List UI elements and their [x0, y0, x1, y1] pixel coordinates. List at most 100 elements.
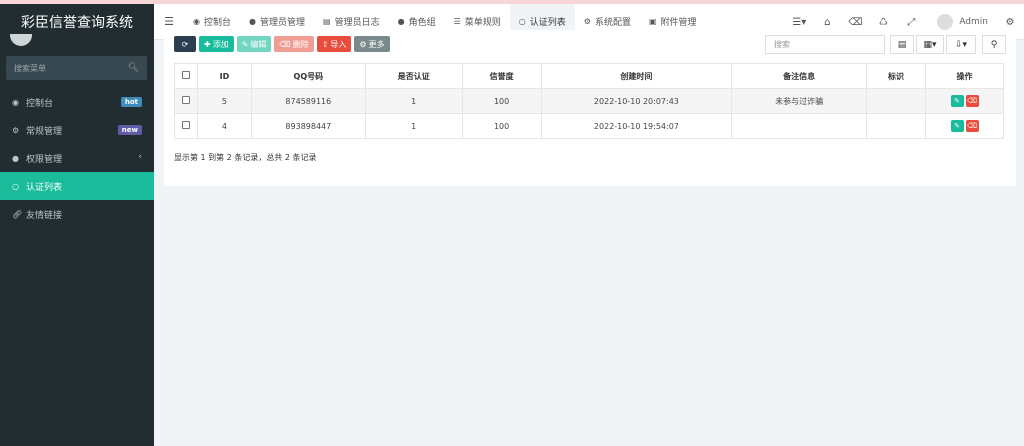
delete-button[interactable]: ⌫ 删除 [274, 36, 314, 52]
row-select-cell [174, 88, 198, 114]
user-icon: ● [249, 17, 256, 26]
cell-id: 5 [196, 88, 252, 114]
column-header[interactable]: 是否认证 [364, 63, 463, 89]
sidebar-item-label: 常规管理 [26, 126, 63, 137]
sidebar-user-text [44, 36, 62, 42]
cell-tag [866, 88, 926, 114]
column-header[interactable]: ID [196, 63, 252, 89]
column-header[interactable]: 备注信息 [731, 63, 868, 89]
cell-credit: 100 [461, 113, 542, 139]
cell-actions: ✎ ⌫ [925, 88, 1004, 114]
table-row[interactable]: 4 893898447 1 100 2022-10-10 19:54:07 ✎ ⌫ [174, 113, 1004, 139]
tab-label: 管理员管理 [259, 18, 305, 28]
import-button[interactable]: ⇧ 导入 [316, 36, 352, 52]
edit-row-button[interactable]: ✎ [950, 95, 964, 107]
column-header[interactable]: 创建时间 [540, 63, 733, 89]
row-checkbox[interactable] [181, 121, 190, 129]
dashboard-icon: ◉ [193, 17, 200, 26]
table-toolbar: ⟳ ✚ 添加 ✎ 编辑 ⌫ 删除 ⇧ 导入 ⚙ 更多 [174, 36, 390, 52]
pagination-info: 显示第 1 到第 2 条记录，总共 2 条记录 [174, 153, 317, 162]
cell-remark [731, 113, 868, 139]
trash-icon[interactable]: ⌫ [841, 17, 869, 28]
avatar [937, 14, 954, 30]
list-alt-icon: ▤ [323, 17, 331, 26]
cogs-icon: ⚙ [12, 125, 20, 135]
table-search-input[interactable] [774, 40, 876, 49]
sidebar-item-general[interactable]: ⚙ 常规管理 new [0, 116, 154, 144]
edit-row-button[interactable]: ✎ [950, 120, 964, 132]
sidebar-item-label: 友情链接 [26, 210, 63, 221]
fullscreen-icon[interactable]: ⤢ [897, 17, 925, 28]
delete-row-button[interactable]: ⌫ [965, 120, 979, 132]
trash-icon: ⌫ [279, 39, 291, 49]
columns-button[interactable]: ▦▾ [916, 35, 944, 54]
sidebar-item-label: 权限管理 [26, 154, 63, 165]
tab-label: 附件管理 [660, 18, 697, 28]
more-button[interactable]: ⚙ 更多 [354, 36, 390, 52]
export-button[interactable]: ⇩▾ [946, 35, 976, 54]
sidebar-avatar [10, 34, 32, 46]
table-header-row: ID QQ号码 是否认证 信誉度 创建时间 备注信息 标识 操作 [174, 63, 1004, 89]
edit-button[interactable]: ✎ 编辑 [236, 36, 272, 52]
select-all-checkbox[interactable] [181, 71, 190, 79]
cell-remark: 未参与过诈骗 [731, 88, 868, 114]
delete-label: 删除 [292, 39, 309, 49]
tab-label: 管理员日志 [334, 18, 380, 28]
cell-verified: 1 [364, 88, 463, 114]
cell-qq: 893898447 [250, 113, 366, 139]
bars-icon: ☰ [453, 17, 461, 26]
tabs-dropdown-icon[interactable]: ☰▾ [785, 17, 813, 28]
sidebar: 彩臣信誉查询系统 🔍︎ ◉ 控制台 hot ⚙ 常规管理 new ● 权限管理 … [0, 4, 154, 446]
user-name: Admin [959, 17, 988, 27]
image-icon: ▣ [648, 17, 657, 26]
home-icon[interactable]: ⌂ [813, 17, 841, 28]
delete-row-button[interactable]: ⌫ [965, 95, 979, 107]
chevron-left-icon: ‹ [138, 152, 142, 162]
group-icon: ● [12, 153, 19, 163]
cell-created: 2022-10-10 20:07:43 [540, 88, 733, 114]
user-menu[interactable]: Admin [937, 14, 988, 30]
settings-icon[interactable]: ⚙ [996, 17, 1024, 28]
tab-label: 认证列表 [529, 18, 566, 28]
circle-icon: ○ [518, 17, 526, 26]
tab-label: 控制台 [203, 18, 231, 28]
sidebar-item-permissions[interactable]: ● 权限管理 ‹ [0, 144, 154, 172]
content-panel: ⟳ ✚添加 ✎编辑 ⌫删除 ⇧导入 ⚙更多 ▤ ▦▾ ⇩▾ ⚲ ID QQ号码 … [164, 30, 1016, 186]
table-row[interactable]: 5 874589116 1 100 2022-10-10 20:07:43 未参… [174, 88, 1004, 114]
columns-icon: ▦▾ [923, 39, 937, 50]
pencil-icon: ✎ [241, 39, 249, 49]
data-table: ID QQ号码 是否认证 信誉度 创建时间 备注信息 标识 操作 5 87458… [174, 63, 1004, 139]
cog-icon: ⚙ [583, 17, 591, 26]
row-checkbox[interactable] [181, 96, 190, 104]
sidebar-item-dashboard[interactable]: ◉ 控制台 hot [0, 88, 154, 116]
column-header[interactable]: QQ号码 [250, 63, 366, 89]
column-header[interactable]: 标识 [866, 63, 926, 89]
sidebar-item-auth-list[interactable]: ○ 认证列表 [0, 172, 154, 200]
add-button[interactable]: ✚ 添加 [199, 36, 234, 52]
sidebar-item-links[interactable]: 🔗︎ 友情链接 [0, 200, 154, 228]
edit-label: 编辑 [250, 39, 267, 49]
more-label: 更多 [368, 39, 385, 49]
column-header[interactable]: 信誉度 [461, 63, 542, 89]
search-icon[interactable]: 🔍︎ [128, 63, 139, 73]
card-view-button[interactable]: ▤ [890, 35, 914, 54]
column-header: 操作 [925, 63, 1004, 89]
row-select-cell [174, 113, 198, 139]
translate-icon[interactable]: ♺ [869, 17, 897, 28]
new-badge: new [117, 125, 142, 135]
cell-tag [866, 113, 926, 139]
advanced-search-button[interactable]: ⚲ [982, 35, 1006, 54]
sidebar-menu: ◉ 控制台 hot ⚙ 常规管理 new ● 权限管理 ‹ ○ 认证列表 🔗︎ … [0, 88, 154, 228]
cell-credit: 100 [461, 88, 542, 114]
hot-badge: hot [120, 97, 142, 107]
select-all-cell [174, 63, 198, 89]
group-icon: ● [397, 17, 405, 26]
cell-id: 4 [196, 113, 252, 139]
refresh-button[interactable]: ⟳ [174, 36, 196, 52]
sidebar-search-input[interactable] [14, 63, 128, 73]
tab-label: 菜单规则 [464, 18, 501, 28]
download-icon: ⇩▾ [954, 39, 968, 50]
tab-label: 角色组 [408, 18, 436, 28]
cell-actions: ✎ ⌫ [925, 113, 1004, 139]
cell-verified: 1 [364, 113, 463, 139]
